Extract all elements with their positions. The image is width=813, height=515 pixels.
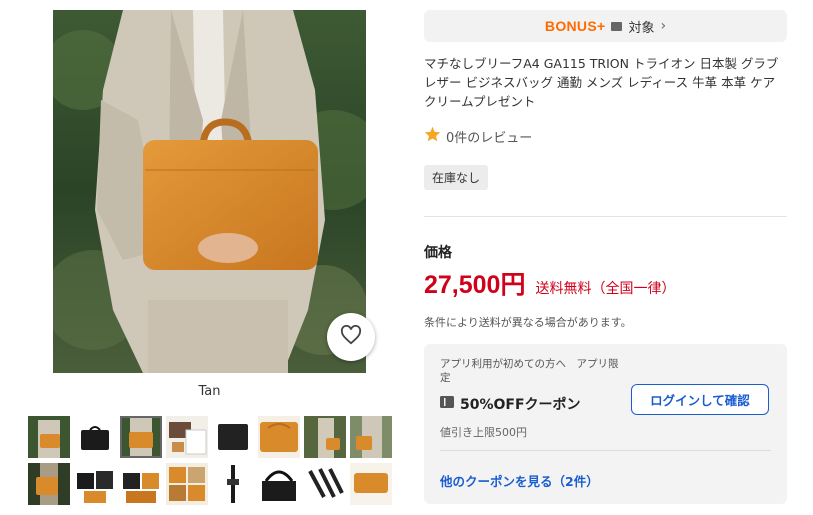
bonus-logo: BONUS+ xyxy=(544,18,606,34)
shipping-info: 送料無料（全国一律） xyxy=(535,281,676,297)
thumbnail-black-bag-handle[interactable] xyxy=(258,463,300,505)
thumbnail-model-tan[interactable] xyxy=(28,416,70,458)
thumbnail-black-bag[interactable] xyxy=(74,416,116,458)
product-main-image[interactable] xyxy=(53,10,366,373)
thumbnail-model-walking[interactable] xyxy=(304,416,346,458)
coupon-icon xyxy=(440,396,454,412)
coupon-intro: アプリ利用が初めての方へ アプリ限定 xyxy=(440,358,619,384)
divider xyxy=(440,450,771,451)
thumbnail-model-outdoor[interactable] xyxy=(28,463,70,505)
thumbnail-strap-detail[interactable] xyxy=(304,463,346,505)
thumbnail-model-tan-selected[interactable] xyxy=(120,416,162,458)
favorite-button[interactable] xyxy=(327,313,375,361)
thumbnail-black-bags-set[interactable] xyxy=(74,463,116,505)
price-label: 価格 xyxy=(424,245,452,261)
shipping-note: 条件により送料が異なる場合があります。 xyxy=(424,316,632,329)
heart-icon xyxy=(340,324,362,349)
price-row: 27,500円 送料無料（全国一律） xyxy=(424,265,675,301)
divider xyxy=(424,216,787,217)
more-coupons-link[interactable]: 他のクーポンを見る（2件） xyxy=(440,471,599,490)
coupon-limit: 値引き上限500円 xyxy=(440,426,527,439)
price-amount: 27,500円 xyxy=(424,271,526,299)
thumbnail-tan-detail-grid[interactable] xyxy=(166,463,208,505)
coupon-panel: アプリ利用が初めての方へ アプリ限定 50%OFFクーポン 値引き上限500円 … xyxy=(424,344,787,504)
thumbnail-strip xyxy=(28,416,398,505)
coupon-title: 50%OFFクーポン xyxy=(460,397,581,413)
image-caption: Tan xyxy=(198,384,221,399)
thumbnail-tan-bags-set[interactable] xyxy=(120,463,162,505)
coupon-title-row: 50%OFFクーポン xyxy=(440,394,581,414)
bonus-banner[interactable]: BONUS+ 対象 › xyxy=(424,10,787,42)
thumbnail-black-bag-flat[interactable] xyxy=(212,416,254,458)
thumbnail-material-card[interactable] xyxy=(166,416,208,458)
chevron-right-icon: › xyxy=(660,18,667,34)
product-title: マチなしブリーフA4 GA115 TRION トライオン 日本製 グラブレザー … xyxy=(424,56,779,109)
thumbnail-tan-bag-closeup[interactable] xyxy=(258,416,300,458)
review-count: 0件のレビュー xyxy=(446,130,533,146)
thumbnail-black-strap[interactable] xyxy=(212,463,254,505)
star-icon xyxy=(424,126,441,146)
thumbnail-model-side[interactable] xyxy=(350,416,392,458)
review-summary[interactable]: 0件のレビュー xyxy=(424,126,532,146)
stock-status-badge: 在庫なし xyxy=(424,165,489,190)
bonus-label: 対象 xyxy=(628,20,655,36)
card-icon xyxy=(611,21,623,31)
login-confirm-button[interactable]: ログインして確認 xyxy=(631,384,769,415)
thumbnail-tan-bag-side[interactable] xyxy=(350,463,392,505)
